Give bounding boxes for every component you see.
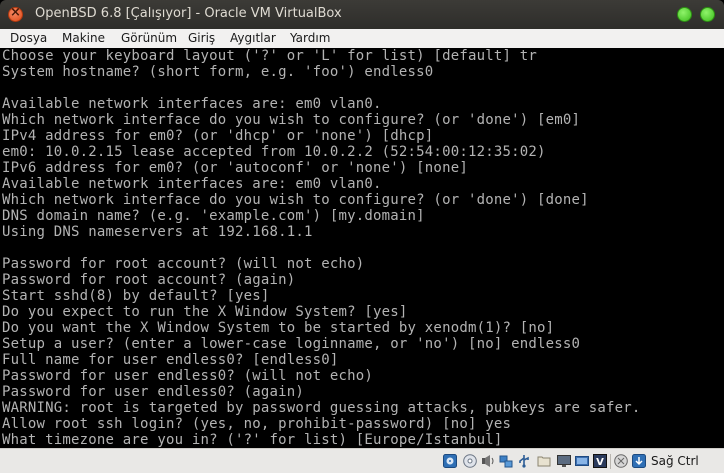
console-line: Password for user endless0? (will not ec… <box>2 368 374 384</box>
menu-file[interactable]: Dosya <box>10 31 47 45</box>
console-line: DNS domain name? (e.g. 'example.com') [m… <box>2 208 425 224</box>
menu-help[interactable]: Yardım <box>290 31 330 45</box>
title-bar[interactable]: OpenBSD 6.8 [Çalışıyor] - Oracle VM Virt… <box>0 0 724 29</box>
console-line: Which network interface do you wish to c… <box>2 192 589 208</box>
console-line: em0: 10.0.2.15 lease accepted from 10.0.… <box>2 144 546 160</box>
host-key-label: Sağ Ctrl <box>651 454 699 468</box>
console-line: Available network interfaces are: em0 vl… <box>2 176 382 192</box>
console-line: Start sshd(8) by default? [yes] <box>2 288 270 304</box>
menu-view[interactable]: Görünüm <box>121 31 177 45</box>
display-icon[interactable] <box>557 454 571 468</box>
svg-text:V: V <box>596 457 604 468</box>
console-line: Do you want the X Window System to be st… <box>2 320 555 336</box>
console-line: WARNING: root is targeted by password gu… <box>2 400 641 416</box>
menu-bar: Dosya Makine Görünüm Giriş Aygıtlar Yard… <box>0 29 724 48</box>
console-line: Using DNS nameservers at 192.168.1.1 <box>2 224 313 240</box>
console-line: What timezone are you in? ('?' for list)… <box>2 432 503 448</box>
optical-drive-icon[interactable] <box>463 454 477 468</box>
menu-machine[interactable]: Makine <box>62 31 105 45</box>
window-title: OpenBSD 6.8 [Çalışıyor] - Oracle VM Virt… <box>35 6 342 21</box>
console-line: Setup a user? (enter a lower-case loginn… <box>2 336 581 352</box>
video-capture-icon[interactable] <box>575 454 589 468</box>
console-line: IPv4 address for em0? (or 'dhcp' or 'non… <box>2 128 434 144</box>
vm-console-screen[interactable]: Choose your keyboard layout ('?' or 'L' … <box>0 48 724 448</box>
status-bar: V Sağ Ctrl <box>0 448 724 473</box>
network-icon[interactable] <box>499 454 513 468</box>
console-line: Which network interface do you wish to c… <box>2 112 581 128</box>
console-line: System hostname? (short form, e.g. 'foo'… <box>2 64 434 80</box>
close-icon[interactable] <box>8 5 23 22</box>
keyboard-capture-icon[interactable] <box>632 454 646 468</box>
console-line: Password for user endless0? (again) <box>2 384 305 400</box>
console-line: Allow root ssh login? (yes, no, prohibit… <box>2 416 512 432</box>
console-line: Do you expect to run the X Window System… <box>2 304 408 320</box>
minimize-icon[interactable] <box>677 7 692 22</box>
virtualbox-window: OpenBSD 6.8 [Çalışıyor] - Oracle VM Virt… <box>0 0 724 473</box>
console-line: Password for root account? (will not ech… <box>2 256 365 272</box>
shared-folders-icon[interactable] <box>537 454 551 468</box>
usb-icon[interactable] <box>517 454 531 468</box>
maximize-icon[interactable] <box>700 7 715 22</box>
status-separator <box>610 454 611 469</box>
console-line: Full name for user endless0? [endless0] <box>2 352 339 368</box>
hard-disk-icon[interactable] <box>443 454 457 468</box>
virtualization-icon[interactable]: V <box>593 454 607 468</box>
console-line: Password for root account? (again) <box>2 272 296 288</box>
audio-icon[interactable] <box>481 454 495 468</box>
menu-input[interactable]: Giriş <box>188 31 215 45</box>
console-line: Choose your keyboard layout ('?' or 'L' … <box>2 48 537 64</box>
mouse-integration-icon[interactable] <box>614 454 628 468</box>
console-line: Available network interfaces are: em0 vl… <box>2 96 382 112</box>
menu-devices[interactable]: Aygıtlar <box>230 31 276 45</box>
console-line: IPv6 address for em0? (or 'autoconf' or … <box>2 160 468 176</box>
